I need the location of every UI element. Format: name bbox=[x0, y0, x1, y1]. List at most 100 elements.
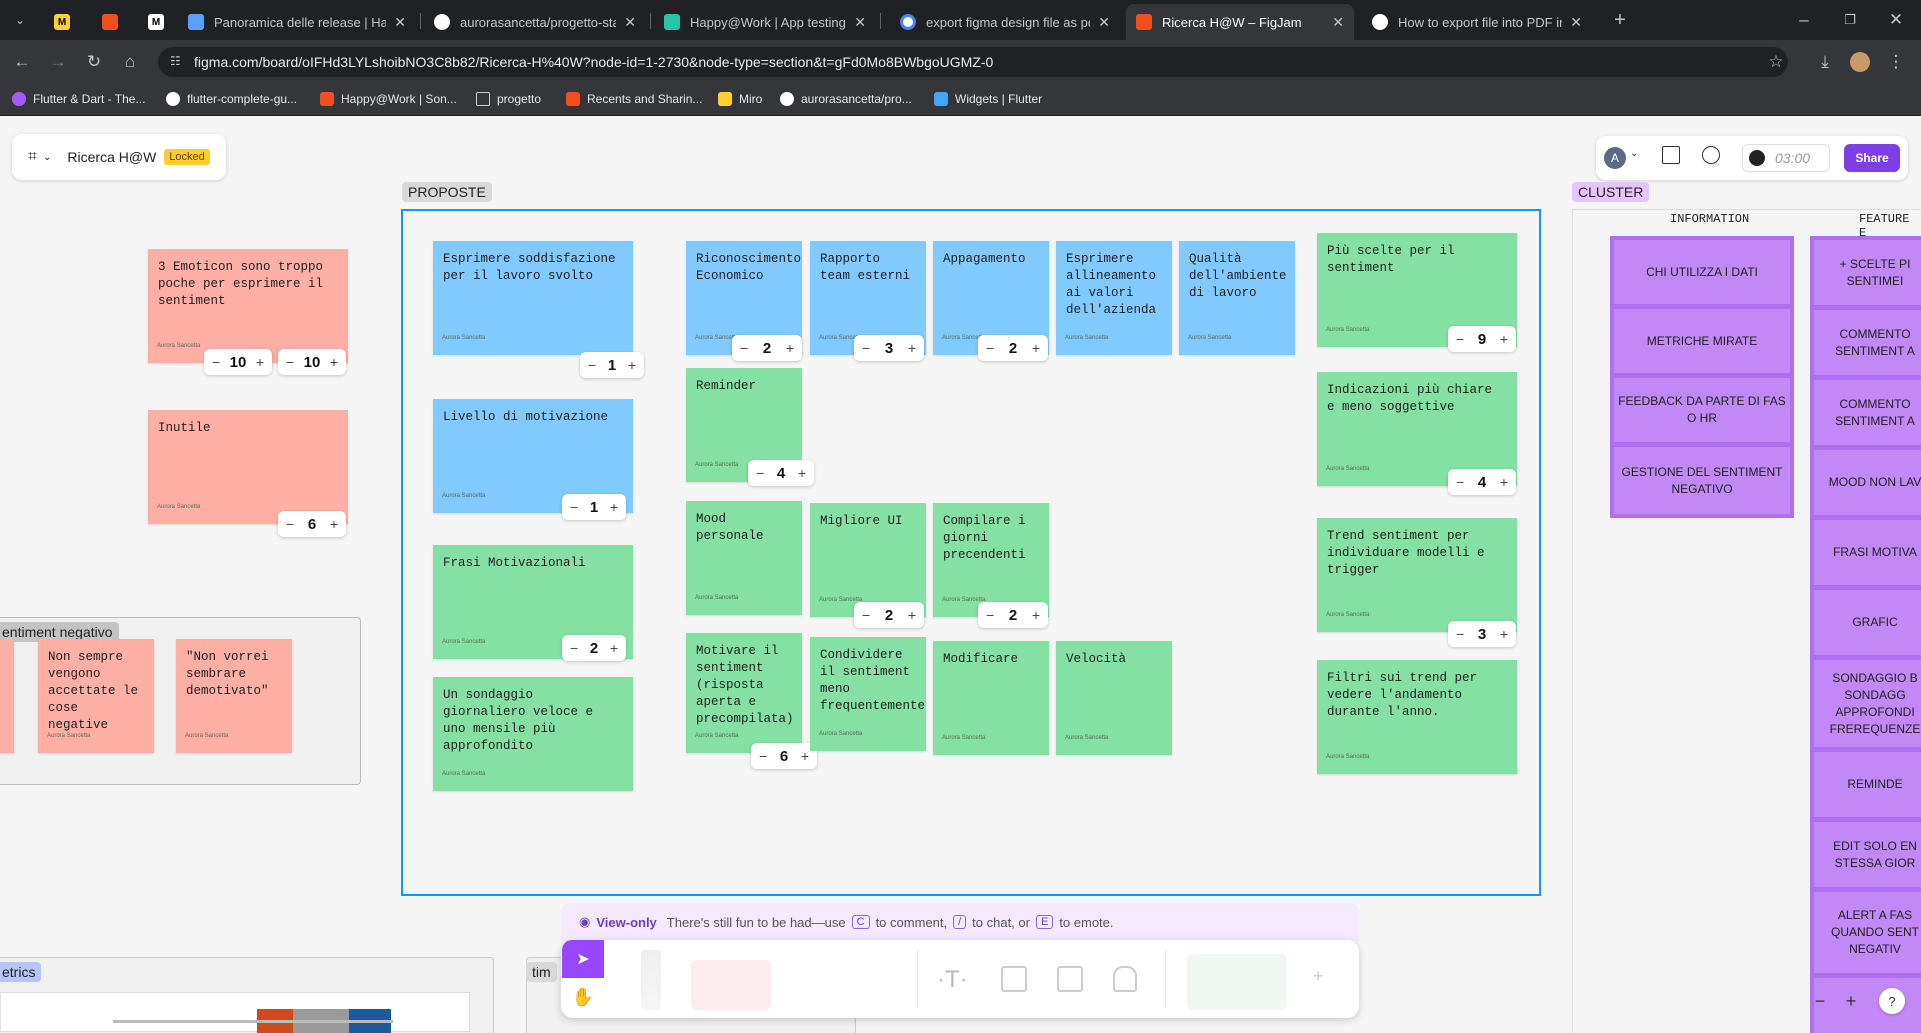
vote-counter[interactable]: −4 + bbox=[1448, 469, 1516, 495]
plus-icon[interactable]: + bbox=[1032, 607, 1040, 623]
bookmark-item[interactable]: Miro bbox=[718, 92, 762, 106]
plus-icon[interactable]: + bbox=[798, 465, 806, 481]
zoom-out-button[interactable]: − bbox=[1807, 988, 1833, 1014]
minus-icon[interactable]: − bbox=[862, 607, 870, 623]
sticky-note[interactable]: Trend sentiment per individuare modelli … bbox=[1317, 518, 1517, 632]
close-tab-icon[interactable]: ✕ bbox=[1098, 14, 1110, 31]
bookmark-item[interactable]: flutter-complete-gu... bbox=[166, 92, 297, 106]
pinned-tab-medium[interactable]: M bbox=[142, 4, 170, 40]
close-tab-icon[interactable]: ✕ bbox=[854, 14, 866, 31]
vote-counter[interactable]: −2 + bbox=[854, 602, 924, 628]
sticky-note[interactable]: Motivare il sentiment (risposta aperta e… bbox=[686, 633, 802, 753]
vote-counter[interactable]: −2 + bbox=[562, 635, 626, 661]
section-label[interactable]: etrics bbox=[0, 962, 42, 982]
sticky-note[interactable]: "Non vorrei sembrare demotivato" Aurora … bbox=[176, 639, 292, 753]
cluster-card[interactable]: GRAFIC bbox=[1814, 590, 1921, 660]
section-label-proposte[interactable]: PROPOSTE bbox=[402, 182, 492, 202]
plus-icon[interactable]: + bbox=[256, 354, 264, 370]
plus-icon[interactable]: + bbox=[1032, 340, 1040, 356]
chevron-down-icon[interactable]: ⌄ bbox=[43, 152, 51, 163]
sticky-note[interactable]: Migliore UI Aurora Sancetta bbox=[810, 503, 926, 617]
plus-icon[interactable]: + bbox=[610, 640, 618, 656]
plus-icon[interactable]: + bbox=[330, 354, 338, 370]
cluster-card[interactable]: EDIT SOLO EN STESSA GIOR bbox=[1814, 822, 1921, 892]
vote-counter[interactable]: −6 + bbox=[751, 743, 817, 769]
minimize-window-button[interactable]: – bbox=[1792, 8, 1816, 32]
minus-icon[interactable]: − bbox=[759, 748, 767, 764]
sticky-note[interactable]: Velocità Aurora Sancetta bbox=[1056, 641, 1172, 755]
bookmark-folder[interactable]: progetto bbox=[476, 92, 541, 106]
bookmark-item[interactable]: aurorasancetta/pro... bbox=[780, 92, 912, 106]
select-tool-icon[interactable]: ➤ bbox=[562, 940, 604, 978]
vote-counter[interactable]: −3 + bbox=[1448, 621, 1516, 647]
sticky-note[interactable]: Esprimere soddisfazione per il lavoro sv… bbox=[433, 241, 633, 355]
file-name[interactable]: Ricerca H@W bbox=[67, 149, 156, 165]
plus-icon[interactable]: + bbox=[1500, 626, 1508, 642]
vote-counter[interactable]: −9 + bbox=[1448, 326, 1516, 352]
cluster-card[interactable]: FRASI MOTIVA bbox=[1814, 520, 1921, 590]
forward-icon[interactable]: → bbox=[46, 50, 70, 74]
cluster-card[interactable]: METRICHE MIRATE bbox=[1614, 309, 1790, 378]
minus-icon[interactable]: − bbox=[570, 640, 578, 656]
minus-icon[interactable]: − bbox=[986, 607, 994, 623]
cluster-card[interactable]: CHI UTILIZZA I DATI bbox=[1614, 240, 1790, 309]
menu-icon[interactable]: ⋮ bbox=[1884, 50, 1908, 74]
minus-icon[interactable]: − bbox=[286, 516, 294, 532]
sticky-note[interactable]: Filtri sui trend per vedere l'andamento … bbox=[1317, 660, 1517, 774]
pinned-tab-miro[interactable]: M bbox=[48, 4, 76, 40]
vote-counter[interactable]: −2 + bbox=[978, 602, 1048, 628]
hand-tool-icon[interactable]: ✋ bbox=[562, 978, 604, 1016]
sticky-note[interactable]: Mood personale Aurora Sancetta bbox=[686, 501, 802, 615]
tab-1[interactable]: Panoramica delle release | Happ ✕ bbox=[178, 4, 416, 40]
address-bar[interactable]: ☷ figma.com/board/oIFHd3LYLshoibNO3C8b82… bbox=[158, 47, 1788, 77]
plus-icon[interactable]: + bbox=[330, 516, 338, 532]
plus-icon[interactable]: + bbox=[801, 748, 809, 764]
plus-icon[interactable]: + bbox=[908, 340, 916, 356]
site-info-icon[interactable]: ☷ bbox=[170, 54, 186, 70]
minus-icon[interactable]: − bbox=[588, 357, 596, 373]
sticky-note[interactable]: Un sondaggio giornaliero veloce e uno me… bbox=[433, 677, 633, 791]
section-label-cluster[interactable]: CLUSTER bbox=[1572, 182, 1650, 202]
cluster-card[interactable]: ALERT A FAS QUANDO SENT NEGATIV bbox=[1814, 892, 1921, 978]
tab-3[interactable]: Happy@Work | App testing ✕ bbox=[654, 4, 876, 40]
tab-5-active[interactable]: Ricerca H@W – FigJam ✕ bbox=[1126, 4, 1354, 40]
minus-icon[interactable]: − bbox=[1456, 331, 1464, 347]
figjam-canvas[interactable]: ⌗ ⌄ Ricerca H@W Locked A ⌄ 03:00 Share 3… bbox=[0, 116, 1921, 1033]
cluster-card[interactable]: COMMENTO SENTIMENT A bbox=[1814, 310, 1921, 380]
pinned-tab-figma[interactable] bbox=[96, 4, 124, 40]
minus-icon[interactable]: − bbox=[286, 354, 294, 370]
plus-icon[interactable]: + bbox=[908, 607, 916, 623]
minus-icon[interactable]: − bbox=[1456, 474, 1464, 490]
figma-menu-icon[interactable]: ⌗ bbox=[28, 148, 37, 166]
close-tab-icon[interactable]: ✕ bbox=[394, 14, 406, 31]
tab-search-icon[interactable]: ⌄ bbox=[8, 8, 32, 32]
close-tab-icon[interactable]: ✕ bbox=[624, 14, 636, 31]
close-tab-icon[interactable]: ✕ bbox=[1332, 14, 1344, 31]
sticky-note[interactable]: 3 Emoticon sono troppo poche per esprime… bbox=[148, 249, 348, 363]
cluster-card[interactable]: REMINDE bbox=[1814, 752, 1921, 822]
vote-counter[interactable]: −6 + bbox=[278, 511, 346, 537]
vote-counter[interactable]: −4 + bbox=[748, 460, 814, 486]
new-tab-button[interactable]: + bbox=[1608, 8, 1632, 32]
minus-icon[interactable]: − bbox=[862, 340, 870, 356]
home-icon[interactable]: ⌂ bbox=[118, 50, 142, 74]
sticky-note[interactable]: Modificare Aurora Sancetta bbox=[933, 641, 1049, 755]
cluster-card[interactable]: SONDAGGIO B SONDAGG APPROFONDI FREREQUEN… bbox=[1814, 660, 1921, 752]
close-tab-icon[interactable]: ✕ bbox=[1570, 14, 1582, 31]
comment-icon[interactable] bbox=[1702, 146, 1720, 164]
minus-icon[interactable]: − bbox=[756, 465, 764, 481]
plus-icon[interactable]: + bbox=[628, 357, 636, 373]
avatar[interactable]: A bbox=[1604, 147, 1626, 169]
plus-icon[interactable]: + bbox=[786, 340, 794, 356]
back-icon[interactable]: ← bbox=[10, 50, 34, 74]
table-view-icon[interactable] bbox=[1662, 146, 1680, 164]
bookmark-item[interactable]: Happy@Work | Son... bbox=[320, 92, 457, 106]
cluster-card[interactable]: MOOD NON LAV bbox=[1814, 450, 1921, 520]
tab-6[interactable]: How to export file into PDF in F ✕ bbox=[1362, 4, 1592, 40]
minus-icon[interactable]: − bbox=[570, 499, 578, 515]
restore-window-button[interactable]: ❐ bbox=[1838, 8, 1862, 32]
vote-counter[interactable]: −1 + bbox=[562, 494, 626, 520]
vote-counter[interactable]: −10 + bbox=[278, 349, 346, 375]
plus-icon[interactable]: + bbox=[1500, 331, 1508, 347]
bookmark-item[interactable]: Recents and Sharin... bbox=[566, 92, 702, 106]
